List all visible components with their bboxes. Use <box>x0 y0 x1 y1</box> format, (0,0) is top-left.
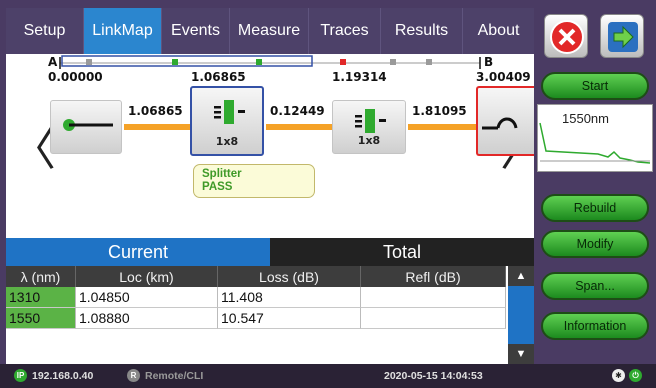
launch-event[interactable] <box>50 100 122 154</box>
tab-linkmap[interactable]: LinkMap <box>84 8 162 54</box>
cell-lambda: 1550 <box>6 308 76 329</box>
modify-button[interactable]: Modify <box>541 230 649 258</box>
distance-label: 1.19314 <box>332 70 387 84</box>
launch-fiber-icon <box>63 119 113 131</box>
side-panel: Start 1550nm Rebuild Modify Span... Info… <box>534 0 656 364</box>
distance-label: 1.06865 <box>191 70 246 84</box>
close-icon <box>550 20 584 54</box>
results-table: λ (nm) Loc (km) Loss (dB) Refl (dB) 1310… <box>6 266 534 364</box>
scroll-up-icon[interactable]: ▲ <box>508 266 534 286</box>
distance-label: 3.00409 <box>476 70 531 84</box>
app-window: Setup LinkMap Events Measure Traces Resu… <box>0 0 656 388</box>
tooltip-type: Splitter <box>202 168 242 180</box>
cell-refl <box>361 287 506 308</box>
cell-loc: 1.08880 <box>76 308 218 329</box>
cell-loss: 10.547 <box>218 308 361 329</box>
trace-thumbnail[interactable]: 1550nm <box>537 104 653 172</box>
datetime: 2020-05-15 14:04:53 <box>384 370 483 382</box>
table-row[interactable]: 1310 1.04850 11.408 <box>6 287 506 308</box>
fiber-segment <box>124 124 190 130</box>
cell-loc: 1.04850 <box>76 287 218 308</box>
status-bar: IP 192.168.0.40 R Remote/CLI 2020-05-15 … <box>0 364 656 388</box>
table-header: λ (nm) Loc (km) Loss (dB) Refl (dB) <box>6 266 506 287</box>
tab-results[interactable]: Results <box>381 8 463 54</box>
col-header-lambda: λ (nm) <box>6 266 76 287</box>
trace-graph <box>539 122 651 164</box>
tab-setup[interactable]: Setup <box>6 8 84 54</box>
fiber-segment <box>266 124 332 130</box>
power-icon: ⏻ <box>629 369 642 382</box>
ip-address: 192.168.0.40 <box>32 370 94 382</box>
event-tooltip: Splitter PASS <box>193 164 315 198</box>
tab-measure[interactable]: Measure <box>230 8 309 54</box>
cell-loss: 11.408 <box>218 287 361 308</box>
bluetooth-icon: ✱ <box>612 369 625 382</box>
close-button[interactable] <box>544 14 588 58</box>
ip-icon: IP <box>14 369 27 382</box>
tab-total[interactable]: Total <box>270 238 534 266</box>
tab-traces[interactable]: Traces <box>309 8 381 54</box>
rebuild-button[interactable]: Rebuild <box>541 194 649 222</box>
splitter-event[interactable]: 1x8 <box>332 100 406 154</box>
splitter-event-selected[interactable]: 1x8 <box>190 86 264 156</box>
marker-b: B <box>484 55 494 69</box>
information-button[interactable]: Information <box>541 312 649 340</box>
table-row[interactable]: 1550 1.08880 10.547 <box>6 308 506 329</box>
fiber-segment <box>408 124 476 130</box>
splitter-icon <box>214 100 245 124</box>
cell-refl <box>361 308 506 329</box>
cell-lambda: 1310 <box>6 287 76 308</box>
col-header-refl: Refl (dB) <box>361 266 506 287</box>
segment-length: 0.12449 <box>270 104 325 118</box>
scroll-down-icon[interactable]: ▼ <box>508 344 534 364</box>
col-header-loc: Loc (km) <box>76 266 218 287</box>
distance-label: 0.00000 <box>48 70 103 84</box>
arrow-right-icon <box>608 22 638 52</box>
scroll-thumb[interactable] <box>508 286 534 344</box>
table-scrollbar[interactable]: ▲ ▼ <box>508 266 534 364</box>
result-tabs: Current Total <box>6 238 534 266</box>
remote-status: Remote/CLI <box>145 370 204 382</box>
marker-a: A <box>48 55 58 69</box>
tab-current[interactable]: Current <box>6 238 270 266</box>
start-button[interactable]: Start <box>541 72 649 100</box>
tab-bar: Setup LinkMap Events Measure Traces Resu… <box>6 8 534 54</box>
span-button[interactable]: Span... <box>541 272 649 300</box>
splitter-ratio: 1x8 <box>215 135 239 148</box>
linkmap-panel: A B 0.00000 1.06865 1.19314 3.00409 〈 〉 … <box>6 54 546 238</box>
end-event[interactable] <box>476 86 534 156</box>
segment-length: 1.81095 <box>412 104 467 118</box>
tab-about[interactable]: About <box>463 8 534 54</box>
tab-events[interactable]: Events <box>162 8 230 54</box>
fiber-end-icon <box>482 117 518 130</box>
tooltip-status: PASS <box>202 181 233 193</box>
col-header-loss: Loss (dB) <box>218 266 361 287</box>
remote-icon: R <box>127 369 140 382</box>
next-button[interactable] <box>600 14 644 58</box>
segment-length: 1.06865 <box>128 104 183 118</box>
splitter-ratio: 1x8 <box>357 134 381 147</box>
